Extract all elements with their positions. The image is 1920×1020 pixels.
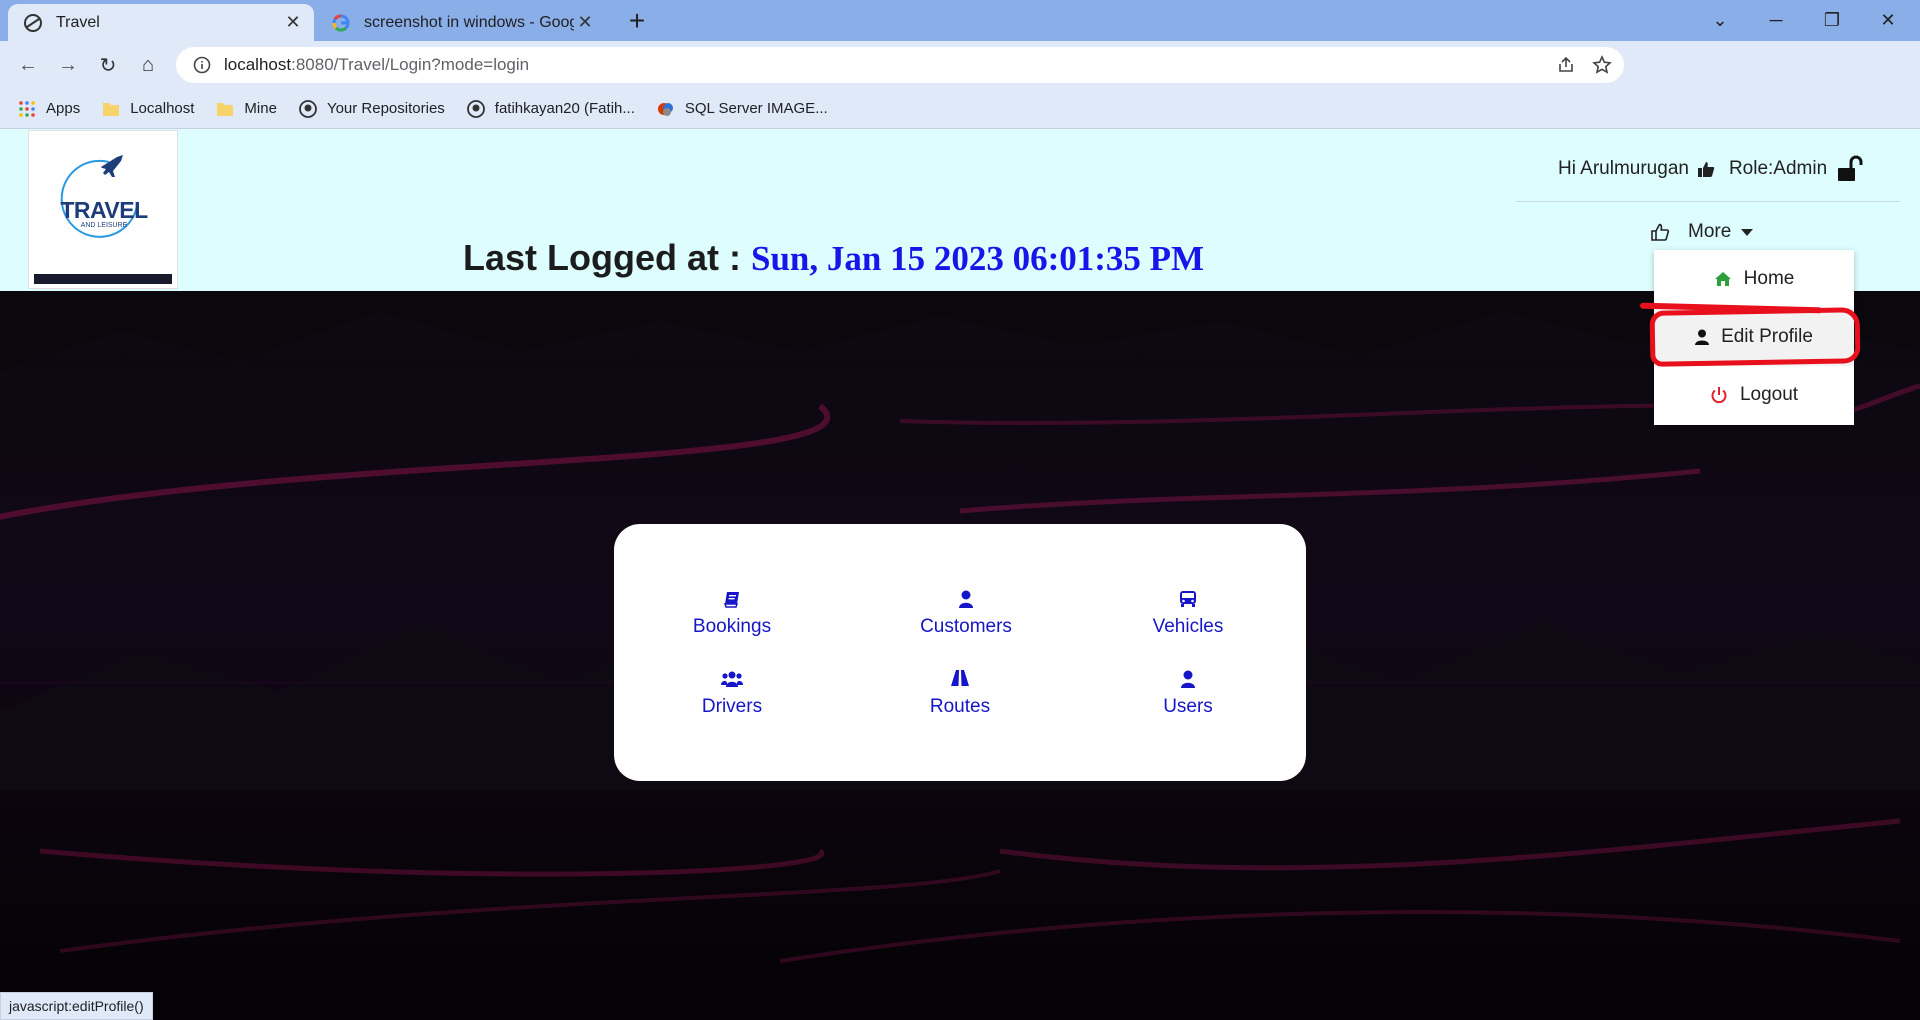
logo-subtext: AND LEISURE [80,222,128,229]
close-window-button[interactable]: ✕ [1860,0,1916,41]
menu-item-customers[interactable]: Customers [886,590,1046,638]
bookmark-label: Apps [46,100,81,117]
book-icon [652,590,812,614]
logo-footer-bar [34,274,172,284]
bookmark-label: Mine [244,100,277,117]
google-icon [330,12,352,34]
bookmark-apps[interactable]: Apps [18,100,80,118]
home-browser-icon[interactable]: ⌂ [132,49,164,81]
more-label: More [1688,221,1732,242]
apps-grid-icon [18,100,36,118]
travel-favicon-icon [22,12,44,34]
browser-tab-strip: Travel ✕ screenshot in windows - Google … [0,0,1920,41]
bookmark-label: fatihkayan20 (Fatih... [494,100,635,117]
menu-item-users[interactable]: Users [1108,670,1268,718]
bookmark-label: Localhost [130,100,195,117]
tab-title: screenshot in windows - Google [364,13,574,31]
bookmark-label: Your Repositories [326,100,445,117]
bookmark-sql-server[interactable]: SQL Server IMAGE... [657,100,828,118]
thumbs-up-outline-icon [1650,222,1670,242]
menu-item-bookings[interactable]: Bookings [652,590,812,638]
url-host: localhost [224,55,292,74]
road-icon [880,670,1040,694]
header-divider [1516,201,1900,202]
tab-google[interactable]: screenshot in windows - Google ✕ [316,4,606,41]
tab-search-icon[interactable]: ⌄ [1692,0,1748,41]
menu-item-label: Customers [920,616,1012,637]
bookmark-mine[interactable]: Mine [216,100,277,118]
menu-item-label: Vehicles [1152,616,1224,637]
users-icon [652,670,812,694]
red-annotation-circle [1649,307,1861,367]
dropdown-item-label: Logout [1739,384,1799,405]
bus-icon [1108,590,1268,614]
user-greeting: Hi Arulmurugan [1558,158,1689,179]
github-icon [299,99,317,118]
last-logged-timestamp: Sun, Jan 15 2023 06:01:35 PM [751,239,1205,278]
new-tab-button[interactable]: + [622,5,652,36]
sql-server-icon [657,100,675,118]
restore-button[interactable]: ❐ [1804,0,1860,41]
site-info-icon[interactable] [184,47,220,83]
address-bar[interactable]: localhost:8080/Travel/Login?mode=login [176,47,1624,83]
browser-toolbar: ← → ↻ ⌂ localhost:8080/Travel/Login?mode… [0,41,1920,119]
url-text: localhost:8080/Travel/Login?mode=login [224,55,1548,75]
folder-icon [102,100,120,118]
user-icon [886,590,1046,614]
share-icon[interactable] [1548,47,1584,83]
user-role: Role:Admin [1728,158,1828,179]
minimize-button[interactable]: ─ [1748,0,1804,41]
main-menu-card: Bookings Customers Vehicles Drivers Rout… [614,524,1306,781]
travel-logo: TRAVEL AND LEISURE [28,130,178,289]
menu-item-drivers[interactable]: Drivers [652,670,812,718]
power-icon [1710,386,1728,404]
close-tab-icon[interactable]: ✕ [282,12,304,34]
menu-item-label: Bookings [692,616,772,637]
logo-swoosh-icon [60,155,138,238]
menu-item-vehicles[interactable]: Vehicles [1108,590,1268,638]
tab-travel[interactable]: Travel ✕ [8,4,314,41]
dropdown-item-label: Home [1743,268,1795,289]
logo-text: TRAVEL [60,197,148,223]
url-path: :8080/Travel/Login?mode=login [291,55,530,74]
app-header: TRAVEL AND LEISURE Last Logged at : Sun,… [0,129,1920,291]
browser-status-bar: javascript:editProfile() [0,992,153,1020]
tab-title: Travel [56,13,100,31]
back-icon[interactable]: ← [12,49,44,81]
bookmarks-bar: Apps Localhost Mine Your Repositories fa… [0,89,1920,129]
dropdown-item-home[interactable]: Home [1654,250,1854,308]
more-menu-toggle[interactable]: More [1650,221,1754,243]
last-logged-heading: Last Logged at : Sun, Jan 15 2023 06:01:… [463,237,1204,279]
last-logged-label: Last Logged at : [463,237,751,278]
folder-icon [216,100,234,118]
home-icon [1714,271,1732,287]
bookmark-your-repositories[interactable]: Your Repositories [299,99,445,118]
menu-item-routes[interactable]: Routes [880,670,1040,718]
menu-item-label: Routes [929,696,991,717]
menu-item-label: Drivers [701,696,763,717]
dropdown-item-logout[interactable]: Logout [1654,366,1854,424]
page-content: TRAVEL AND LEISURE Last Logged at : Sun,… [0,129,1920,1020]
menu-item-label: Users [1163,696,1213,717]
user-info: Hi Arulmurugan Role:Admin [1558,155,1877,183]
unlock-icon[interactable] [1837,155,1863,183]
reload-icon[interactable]: ↻ [92,49,124,81]
bookmark-fatihkayan20[interactable]: fatihkayan20 (Fatih... [466,99,635,118]
forward-icon[interactable]: → [52,49,84,81]
bookmark-star-icon[interactable] [1584,47,1620,83]
caret-down-icon [1741,228,1754,236]
close-tab-icon[interactable]: ✕ [574,12,596,34]
bookmark-label: SQL Server IMAGE... [684,100,828,117]
thumbs-up-icon [1697,160,1715,178]
user-icon [1108,670,1268,694]
github-icon [466,99,485,118]
bookmark-localhost[interactable]: Localhost [102,100,194,118]
